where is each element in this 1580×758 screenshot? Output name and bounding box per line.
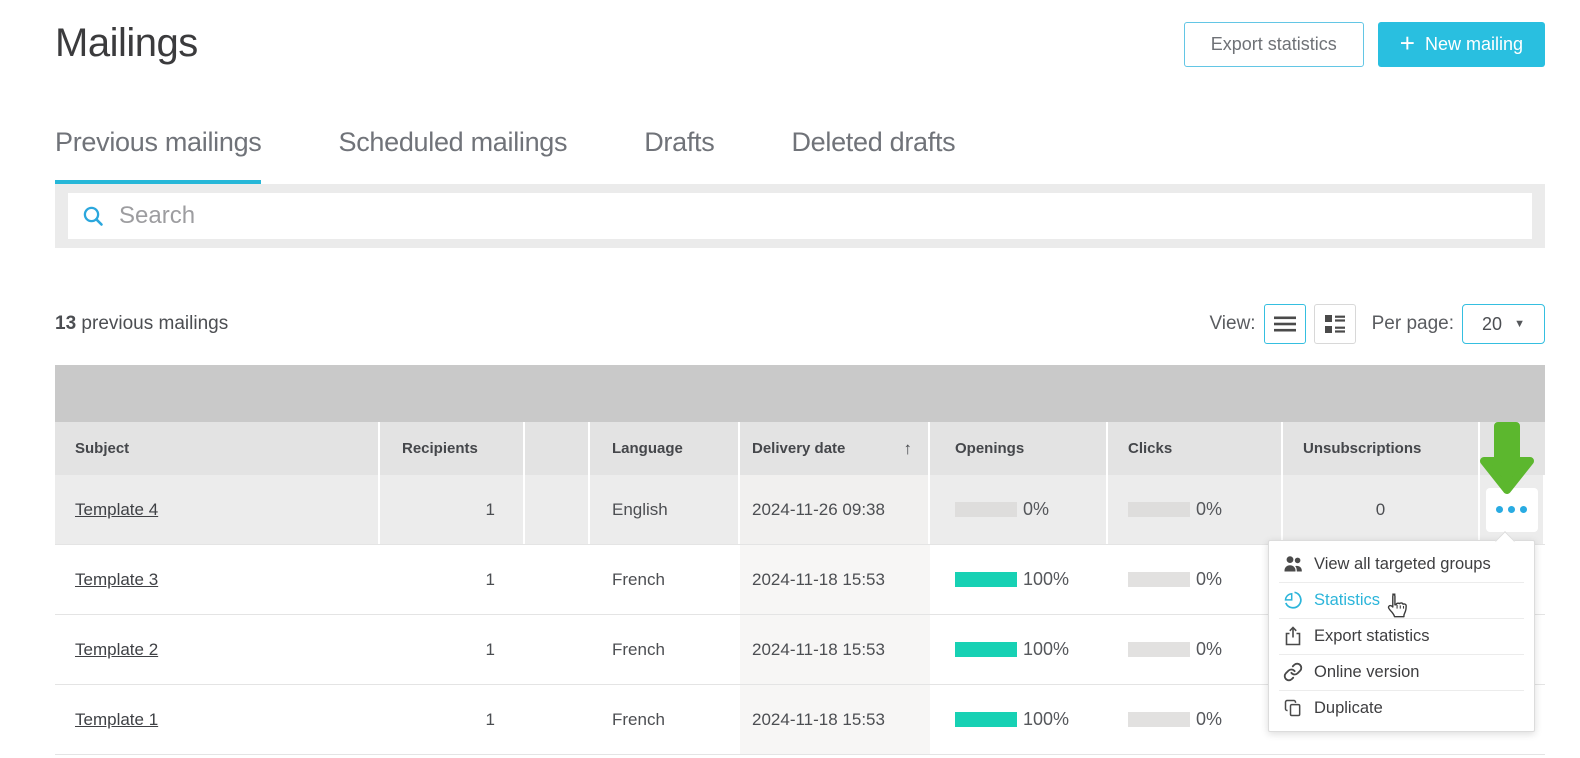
link-icon	[1283, 662, 1303, 682]
column-header-language[interactable]: Language	[590, 422, 740, 475]
list-view-icon	[1273, 316, 1296, 332]
clicks-cell: 0%	[1108, 475, 1283, 544]
openings-progress-bar	[955, 642, 1017, 657]
column-header-unsubscriptions[interactable]: Unsubscriptions	[1283, 422, 1480, 475]
clicks-progress-bar	[1128, 642, 1190, 657]
tab-scheduled-mailings[interactable]: Scheduled mailings	[338, 126, 567, 184]
clicks-percent: 0%	[1196, 709, 1223, 729]
menu-item-duplicate[interactable]: Duplicate	[1269, 690, 1534, 726]
per-page-select[interactable]: 20 ▼	[1462, 304, 1545, 344]
column-header-openings[interactable]: Openings	[930, 422, 1108, 475]
search-input[interactable]	[119, 202, 1518, 230]
menu-item-export-statistics[interactable]: Export statistics	[1269, 618, 1534, 654]
dots-icon	[1496, 506, 1503, 513]
clicks-cell: 0%	[1108, 615, 1283, 684]
card-view-button[interactable]	[1313, 304, 1356, 344]
column-header-subject[interactable]: Subject	[55, 422, 380, 475]
tab-previous-mailings[interactable]: Previous mailings	[55, 126, 262, 184]
openings-percent: 100%	[1023, 639, 1070, 659]
new-mailing-button[interactable]: + New mailing	[1377, 22, 1545, 67]
openings-percent: 0%	[1023, 499, 1050, 519]
mailing-subject-link[interactable]: Template 1	[75, 710, 158, 730]
green-down-arrow-annotation	[1480, 422, 1534, 494]
pie-chart-icon	[1284, 591, 1302, 609]
unsubscriptions-value: 0	[1283, 475, 1480, 544]
language-value: French	[612, 709, 665, 729]
row-actions-menu: View all targeted groups Statistics Expo…	[1268, 540, 1535, 732]
openings-cell: 100%	[930, 615, 1108, 684]
recipients-value: 1	[485, 569, 495, 589]
chevron-down-icon: ▼	[1514, 318, 1525, 330]
list-controls: 13 previous mailings View: Per page: 20 …	[55, 304, 1545, 344]
openings-cell: 100%	[930, 545, 1108, 614]
openings-cell: 0%	[930, 475, 1108, 544]
search-box	[68, 193, 1532, 239]
column-header-recipients[interactable]: Recipients	[380, 422, 525, 475]
menu-item-view-targeted-groups[interactable]: View all targeted groups	[1269, 546, 1534, 582]
language-value: English	[590, 475, 740, 544]
clicks-progress-bar	[1128, 572, 1190, 587]
clicks-percent: 0%	[1196, 569, 1223, 589]
top-actions: Export statistics + New mailing	[1183, 22, 1545, 67]
tab-deleted-drafts[interactable]: Deleted drafts	[791, 126, 955, 184]
openings-progress-bar	[955, 712, 1017, 727]
count-number: 13	[55, 313, 77, 334]
column-header-clicks[interactable]: Clicks	[1108, 422, 1283, 475]
plus-icon: +	[1399, 28, 1415, 58]
search-icon	[83, 206, 103, 226]
tab-drafts[interactable]: Drafts	[644, 126, 715, 184]
per-page-label: Per page:	[1371, 313, 1454, 334]
controls-right: View: Per page: 20 ▼	[1209, 304, 1545, 344]
per-page-value: 20	[1482, 313, 1503, 334]
list-view-button[interactable]	[1263, 304, 1306, 344]
table-top-band	[55, 365, 1545, 422]
clicks-percent: 0%	[1196, 499, 1223, 519]
openings-cell: 100%	[930, 685, 1108, 754]
delivery-date-value: 2024-11-26 09:38	[740, 475, 930, 544]
delivery-date-value: 2024-11-18 15:53	[740, 615, 930, 684]
menu-item-online-version[interactable]: Online version	[1269, 654, 1534, 690]
recipients-value: 1	[485, 709, 495, 729]
openings-progress-bar	[955, 572, 1017, 587]
clicks-progress-bar	[1128, 502, 1190, 517]
people-icon	[1284, 556, 1302, 572]
openings-percent: 100%	[1023, 709, 1070, 729]
clicks-cell: 0%	[1108, 545, 1283, 614]
recipients-value: 1	[380, 475, 525, 544]
table-row: Template 4 1 English 2024-11-26 09:38 0%…	[55, 475, 1545, 545]
mailing-subject-link[interactable]: Template 3	[75, 570, 158, 590]
sort-ascending-icon[interactable]: ↑	[904, 439, 913, 459]
top-bar: Mailings Export statistics + New mailing	[55, 0, 1580, 68]
clicks-percent: 0%	[1196, 639, 1223, 659]
clicks-progress-bar	[1128, 712, 1190, 727]
language-value: French	[612, 639, 665, 659]
export-statistics-button[interactable]: Export statistics	[1183, 22, 1364, 67]
export-icon	[1285, 626, 1301, 646]
hand-cursor-icon	[1387, 593, 1407, 618]
column-header-spacer	[525, 422, 590, 475]
language-value: French	[612, 569, 665, 589]
page-title: Mailings	[55, 21, 198, 65]
mailings-page: Mailings Export statistics + New mailing…	[0, 0, 1580, 758]
delivery-date-value: 2024-11-18 15:53	[740, 685, 930, 754]
search-band	[55, 184, 1545, 248]
card-view-icon	[1324, 315, 1345, 333]
new-mailing-label: New mailing	[1424, 34, 1523, 54]
clicks-cell: 0%	[1108, 685, 1283, 754]
openings-percent: 100%	[1023, 569, 1070, 589]
recipients-value: 1	[485, 639, 495, 659]
column-header-delivery-date[interactable]: Delivery date ↑	[740, 422, 930, 475]
openings-progress-bar	[955, 502, 1017, 517]
table-header-row: Subject Recipients Language Delivery dat…	[55, 422, 1545, 475]
count-label: previous mailings	[81, 313, 229, 334]
delivery-date-value: 2024-11-18 15:53	[740, 545, 930, 614]
mailings-count: 13 previous mailings	[55, 313, 228, 335]
tab-bar: Previous mailings Scheduled mailings Dra…	[55, 126, 1580, 184]
view-label: View:	[1209, 313, 1256, 334]
mailing-subject-link[interactable]: Template 2	[75, 640, 158, 660]
mailing-subject-link[interactable]: Template 4	[75, 500, 158, 520]
duplicate-icon	[1284, 699, 1301, 717]
